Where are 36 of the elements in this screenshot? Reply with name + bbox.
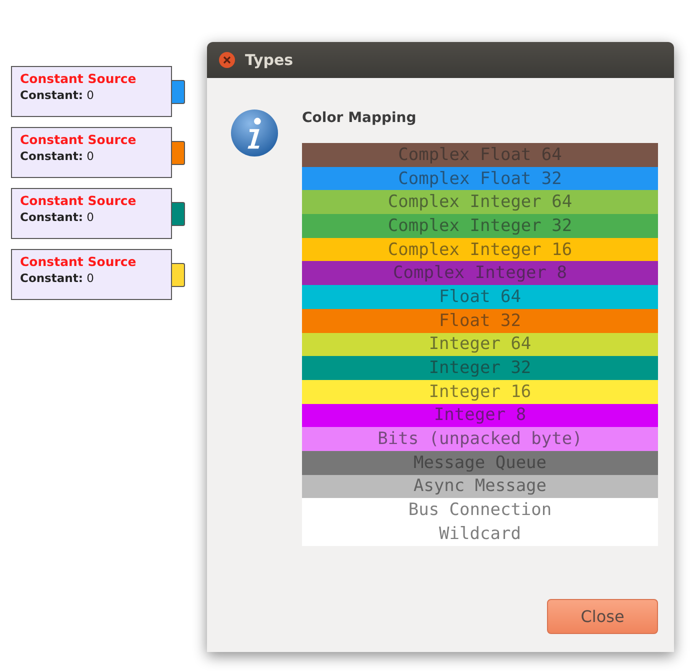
- type-row: Integer 8: [302, 404, 658, 428]
- type-row: Complex Integer 32: [302, 214, 658, 238]
- block-parameter: Constant: 0: [20, 271, 95, 285]
- block-title: Constant Source: [20, 254, 138, 269]
- type-row: Complex Integer 16: [302, 238, 658, 262]
- type-row: Integer 32: [302, 356, 658, 380]
- output-port[interactable]: [172, 140, 185, 164]
- type-row: Complex Integer 8: [302, 261, 658, 286]
- block-parameter: Constant: 0: [20, 210, 95, 224]
- output-port[interactable]: [172, 80, 185, 104]
- type-row: Float 32: [302, 308, 658, 332]
- type-row: Float 64: [302, 285, 658, 309]
- block-title: Constant Source: [20, 193, 138, 208]
- close-button[interactable]: Close: [547, 599, 658, 634]
- block-parameter: Constant: 0: [20, 88, 95, 102]
- type-row: Async Message: [302, 474, 658, 498]
- type-row: Wildcard: [302, 522, 658, 546]
- window-title: Types: [245, 51, 294, 69]
- block-parameter: Constant: 0: [20, 149, 95, 163]
- block[interactable]: Constant Source Constant: 0: [11, 127, 172, 178]
- block-title: Constant Source: [20, 71, 138, 86]
- output-port[interactable]: [172, 262, 185, 286]
- dialog-heading: Color Mapping: [302, 110, 418, 126]
- block[interactable]: Constant Source Constant: 0: [11, 66, 172, 117]
- info-icon: [230, 108, 279, 158]
- block[interactable]: Constant Source Constant: 0: [11, 249, 172, 300]
- block-title: Constant Source: [20, 132, 138, 147]
- output-port[interactable]: [172, 202, 185, 226]
- block[interactable]: Constant Source Constant: 0: [11, 188, 172, 239]
- type-row: Bus Connection: [302, 498, 658, 522]
- type-row: Complex Float 32: [302, 166, 658, 190]
- type-row: Bits (unpacked byte): [302, 427, 658, 451]
- type-row: Integer 64: [302, 332, 658, 356]
- type-row: Integer 16: [302, 380, 658, 404]
- type-row: Complex Integer 64: [302, 190, 658, 214]
- close-icon[interactable]: [219, 52, 235, 68]
